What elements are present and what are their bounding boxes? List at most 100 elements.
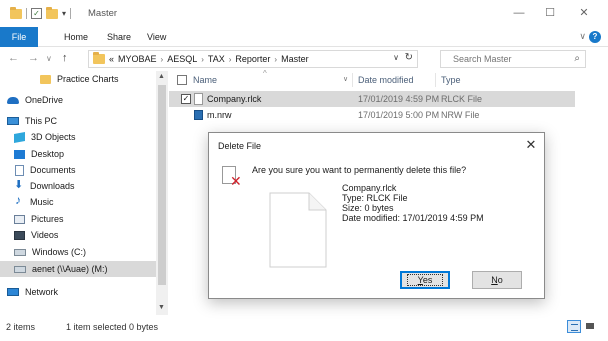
- scroll-up-icon[interactable]: ▲: [158, 73, 165, 80]
- file-name: Company.rlck: [207, 94, 262, 104]
- column-divider[interactable]: [435, 73, 436, 87]
- address-bar[interactable]: « MYOBAE › AESQL › TAX › Reporter › Mast…: [88, 50, 418, 68]
- downloads-icon: [14, 178, 24, 192]
- up-button[interactable]: ↑: [62, 52, 68, 64]
- cloud-icon: [7, 96, 19, 104]
- row-checkbox[interactable]: ✓: [181, 94, 191, 104]
- documents-icon: [15, 164, 24, 176]
- sidebar-item-downloads[interactable]: Downloads: [0, 178, 156, 194]
- sidebar-item-3d-objects[interactable]: 3D Objects: [0, 129, 156, 145]
- sidebar-item-windows-c[interactable]: Windows (C:): [0, 244, 156, 260]
- file-name: m.nrw: [207, 110, 232, 120]
- sidebar-item-practice-charts[interactable]: Practice Charts: [0, 71, 156, 87]
- breadcrumb-aesql[interactable]: AESQL: [167, 54, 197, 64]
- file-row[interactable]: ✓ Company.rlck 17/01/2019 4:59 PM RLCK F…: [169, 91, 575, 107]
- search-input[interactable]: [441, 51, 561, 67]
- window-title: Master: [88, 8, 118, 19]
- sidebar-item-label: 3D Objects: [31, 132, 76, 142]
- refresh-icon[interactable]: ↻: [405, 52, 413, 63]
- breadcrumb-myobae[interactable]: MYOBAE: [118, 54, 157, 64]
- large-icons-view-icon[interactable]: [584, 320, 598, 333]
- column-header-name[interactable]: Name: [193, 75, 217, 85]
- breadcrumb-separator[interactable]: ›: [161, 55, 164, 64]
- no-button[interactable]: No: [472, 271, 522, 289]
- breadcrumb-tax[interactable]: TAX: [208, 54, 225, 64]
- pictures-icon: [14, 214, 25, 224]
- forward-button[interactable]: →: [28, 52, 39, 64]
- column-header-type[interactable]: Type: [441, 75, 461, 85]
- dialog-question: Are you sure you want to permanently del…: [252, 165, 467, 175]
- selection-status: 1 item selected 0 bytes: [66, 322, 159, 332]
- breadcrumb-separator[interactable]: ›: [274, 55, 277, 64]
- dialog-body: ✕ Are you sure you want to permanently d…: [209, 159, 544, 299]
- sidebar-item-label: aenet (\\Auae) (M:): [32, 264, 108, 274]
- sidebar-item-documents[interactable]: Documents: [0, 162, 156, 178]
- status-bar: 2 items 1 item selected 0 bytes: [0, 315, 608, 341]
- music-icon: [15, 193, 24, 208]
- properties-icon[interactable]: ✓: [31, 8, 42, 19]
- details-view-icon[interactable]: [567, 320, 581, 333]
- column-divider[interactable]: [352, 73, 353, 87]
- sidebar-item-network[interactable]: Network: [0, 284, 156, 300]
- recent-locations-button[interactable]: ∨: [46, 54, 52, 63]
- delete-file-dialog: Delete File ✕ ✕ Are you sure you want to…: [208, 132, 545, 299]
- sidebar-item-aenet-m[interactable]: aenet (\\Auae) (M:): [0, 261, 156, 277]
- file-icon: [194, 93, 203, 105]
- sidebar-item-this-pc[interactable]: This PC: [0, 113, 156, 129]
- navigation-pane: Practice Charts OneDrive This PC 3D Obje…: [0, 71, 168, 315]
- breadcrumb-master[interactable]: Master: [281, 54, 309, 64]
- dialog-title: Delete File: [218, 141, 262, 151]
- dialog-close-button[interactable]: ✕: [524, 137, 538, 153]
- tab-view[interactable]: View: [147, 27, 166, 47]
- qat-dropdown-icon[interactable]: ▾: [62, 9, 66, 18]
- sidebar-item-label: OneDrive: [25, 95, 64, 105]
- new-folder-icon[interactable]: [46, 6, 58, 19]
- yes-button[interactable]: Yes: [400, 271, 450, 289]
- sidebar-item-videos[interactable]: Videos: [0, 227, 156, 243]
- file-details: Company.rlck Type: RLCK File Size: 0 byt…: [342, 183, 484, 223]
- minimize-button[interactable]: —: [508, 5, 530, 21]
- breadcrumb-separator[interactable]: ›: [201, 55, 204, 64]
- sidebar-item-label: Network: [25, 287, 59, 297]
- tab-file[interactable]: File: [0, 27, 38, 47]
- folder-icon: [10, 6, 22, 19]
- column-filter-icon[interactable]: ∨: [343, 75, 348, 83]
- red-x-icon: ✕: [230, 173, 242, 189]
- address-dropdown-icon[interactable]: ∨: [393, 53, 399, 62]
- qat-separator: [26, 8, 27, 19]
- qat-separator: [70, 8, 72, 19]
- scroll-down-icon[interactable]: ▼: [158, 304, 165, 311]
- scrollbar-thumb[interactable]: [158, 85, 166, 285]
- file-info-size: Size: 0 bytes: [342, 203, 394, 213]
- file-type: NRW File: [441, 110, 480, 120]
- close-button[interactable]: ✕: [573, 5, 595, 21]
- file-row[interactable]: m.nrw 17/01/2019 5:00 PM NRW File: [169, 107, 575, 123]
- tab-home[interactable]: Home: [64, 27, 88, 47]
- breadcrumb-separator[interactable]: ›: [229, 55, 232, 64]
- sidebar-item-label: Practice Charts: [57, 74, 119, 84]
- sidebar-item-pictures[interactable]: Pictures: [0, 211, 156, 227]
- sort-ascending-icon: ^: [263, 69, 267, 78]
- sidebar-item-onedrive[interactable]: OneDrive: [0, 92, 156, 108]
- sidebar-item-desktop[interactable]: Desktop: [0, 146, 156, 162]
- help-icon[interactable]: ?: [589, 31, 601, 43]
- maximize-button[interactable]: ☐: [539, 5, 561, 21]
- select-all-checkbox[interactable]: [177, 75, 187, 85]
- search-box[interactable]: ⌕: [440, 50, 586, 68]
- file-info-name: Company.rlck: [342, 183, 397, 193]
- tab-share[interactable]: Share: [107, 27, 131, 47]
- folder-icon: [93, 52, 105, 64]
- breadcrumb-overflow[interactable]: «: [109, 54, 114, 64]
- back-button[interactable]: ←: [8, 52, 19, 64]
- file-date: 17/01/2019 5:00 PM: [358, 110, 440, 120]
- 3d-objects-icon: [14, 131, 25, 143]
- search-icon[interactable]: ⌕: [574, 53, 580, 64]
- expand-ribbon-icon[interactable]: ∨: [579, 31, 586, 42]
- sidebar-item-music[interactable]: Music: [0, 193, 156, 210]
- file-type: RLCK File: [441, 94, 483, 104]
- breadcrumb-reporter[interactable]: Reporter: [235, 54, 270, 64]
- sidebar-scrollbar[interactable]: ▲ ▼: [156, 71, 168, 315]
- file-info-type: Type: RLCK File: [342, 193, 408, 203]
- column-header-date-modified[interactable]: Date modified: [358, 75, 414, 85]
- file-info-modified: Date modified: 17/01/2019 4:59 PM: [342, 213, 484, 223]
